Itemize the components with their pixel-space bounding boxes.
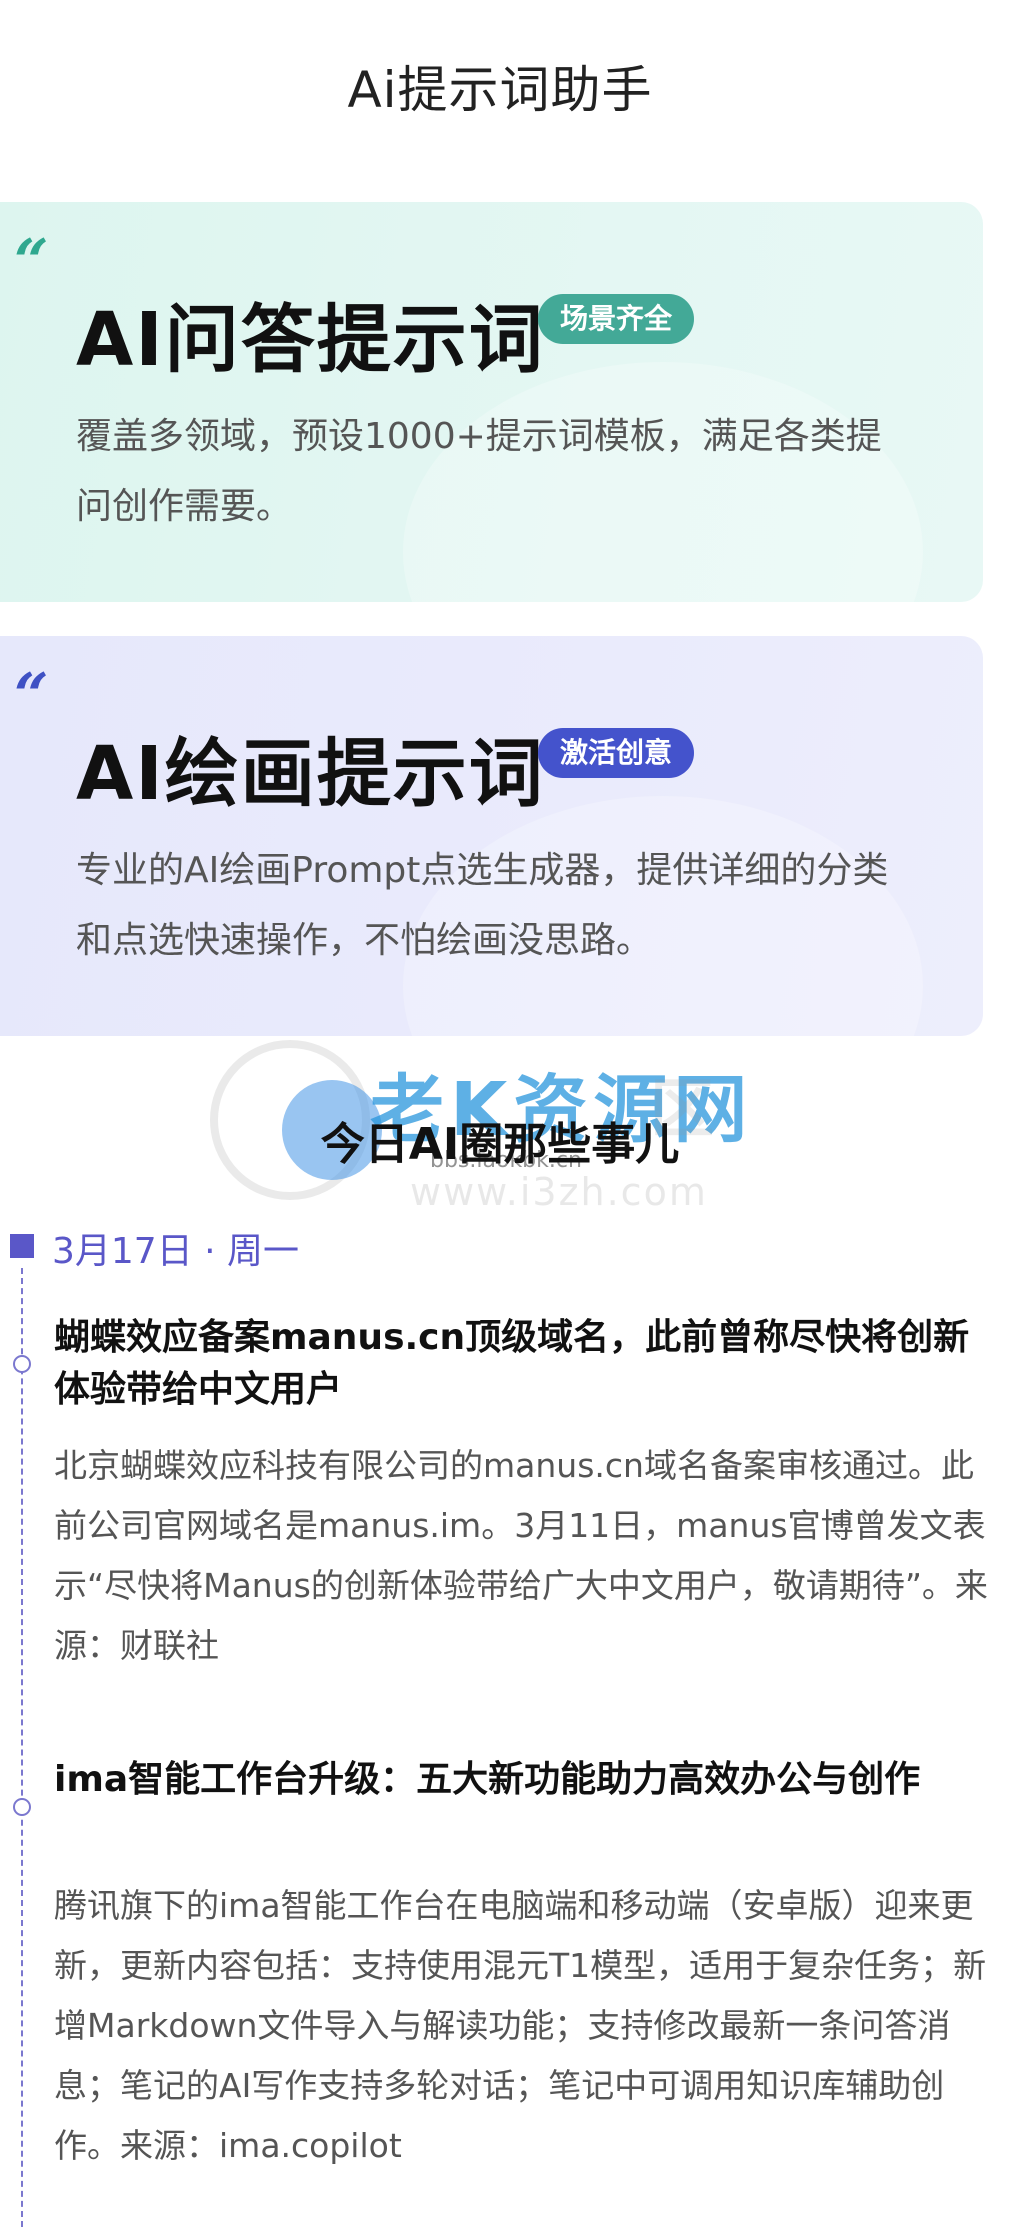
date-marker-icon [10, 1234, 34, 1258]
card-tag: 激活创意 [538, 728, 695, 778]
watermark-url-faded: www.i3zh.com [410, 1170, 708, 1214]
timeline-dot-icon [13, 1355, 31, 1373]
section-title: 今日AI圈那些事儿 [320, 1119, 680, 1170]
news-title[interactable]: 蝴蝶效应备案manus.cn顶级域名，此前曾称尽快将创新体验带给中文用户 [54, 1312, 1004, 1416]
quote-icon: “ [14, 661, 49, 731]
card-title: AI绘画提示词 [76, 731, 545, 817]
timeline-dot-icon [13, 1798, 31, 1816]
quote-icon: “ [14, 227, 49, 297]
card-description: 专业的AI绘画Prompt点选生成器，提供详细的分类和点选快速操作，不怕绘画没思… [76, 850, 889, 961]
news-title[interactable]: ima智能工作台升级：五大新功能助力高效办公与创作 [54, 1754, 1004, 1806]
page: Ai提示词助手 “ AI问答提示词 场景齐全 覆盖多领域，预设1000+提示词模… [0, 0, 1032, 2227]
card-description: 覆盖多领域，预设1000+提示词模板，满足各类提问创作需要。 [76, 416, 882, 527]
card-tag: 场景齐全 [538, 294, 695, 344]
timeline-line [21, 1268, 23, 2227]
page-title: Ai提示词助手 [347, 61, 653, 119]
card-title: AI问答提示词 [76, 297, 545, 383]
ai-qa-prompt-card[interactable]: “ AI问答提示词 场景齐全 覆盖多领域，预设1000+提示词模板，满足各类提问… [0, 202, 983, 602]
news-body: 腾讯旗下的ima智能工作台在电脑端和移动端（安卓版）迎来更新，更新内容包括：支持… [54, 1886, 987, 2165]
ai-drawing-prompt-card[interactable]: “ AI绘画提示词 激活创意 专业的AI绘画Prompt点选生成器，提供详细的分… [0, 636, 983, 1036]
date-label: 3月17日 · 周一 [52, 1231, 300, 1272]
news-body: 北京蝴蝶效应科技有限公司的manus.cn域名备案审核通过。此前公司官网域名是m… [54, 1446, 988, 1665]
